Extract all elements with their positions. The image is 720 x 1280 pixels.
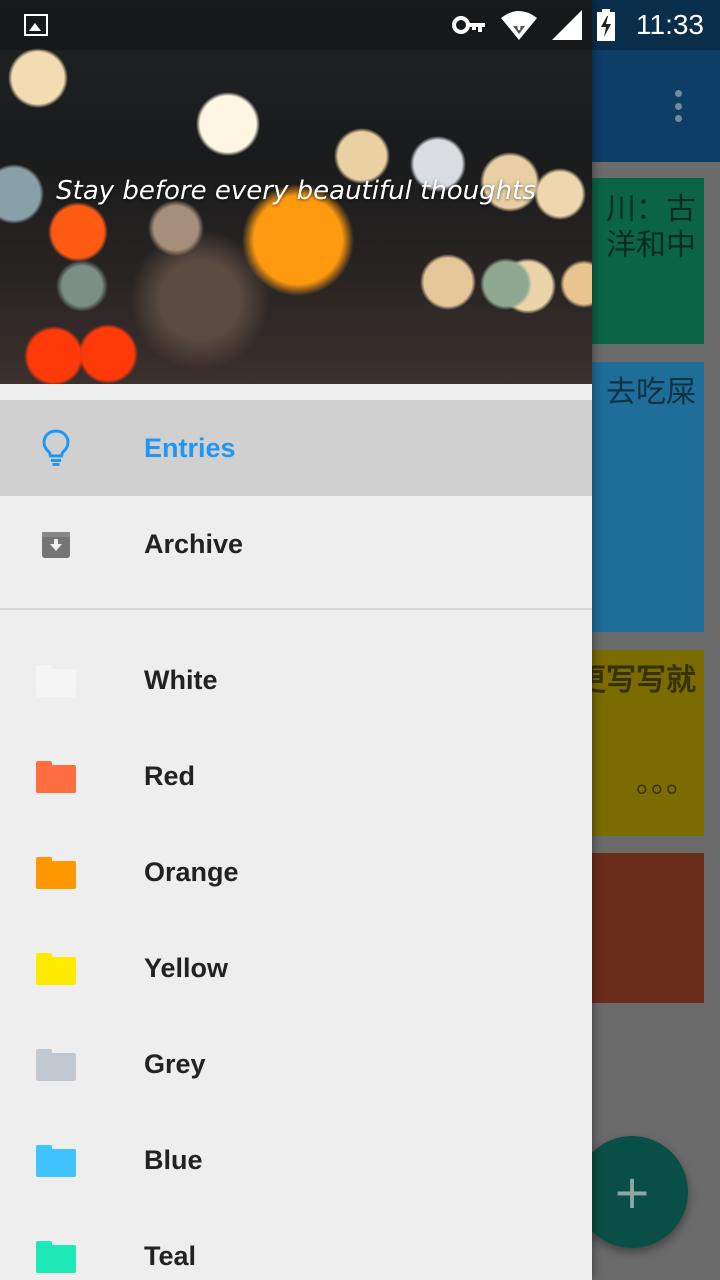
- folder-icon: [36, 852, 76, 892]
- folder-item-teal[interactable]: Teal: [0, 1208, 592, 1280]
- folder-icon: [36, 1236, 76, 1276]
- status-bar: 11:33: [0, 0, 720, 50]
- vpn-key-icon: [452, 16, 485, 34]
- note-text: 川：古 洋和中: [606, 192, 696, 263]
- drawer-header-image: Stay before every beautiful thoughts: [0, 0, 592, 384]
- folder-item-label: Orange: [144, 856, 239, 887]
- status-time: 11:33: [636, 9, 704, 40]
- folder-item-yellow[interactable]: Yellow: [0, 920, 592, 1016]
- folder-icon: [36, 756, 76, 796]
- drawer-divider: [0, 608, 592, 610]
- wifi-icon: [501, 11, 537, 40]
- navigation-drawer: Stay before every beautiful thoughts Ent…: [0, 0, 592, 1280]
- note-text: 更写写就: [576, 663, 696, 698]
- folder-icon: [36, 948, 76, 988]
- lightbulb-icon: [36, 428, 76, 468]
- overflow-menu-icon[interactable]: [674, 90, 682, 122]
- folder-item-label: White: [144, 664, 218, 695]
- folder-item-red[interactable]: Red: [0, 728, 592, 824]
- folder-item-label: Teal: [144, 1240, 197, 1271]
- folder-icon: [36, 1044, 76, 1084]
- drawer-item-label: Archive: [144, 528, 244, 559]
- note-text: 去吃屎: [606, 375, 696, 410]
- battery-charging-icon: [597, 9, 615, 41]
- drawer-item-label: Entries: [144, 432, 236, 463]
- image-icon: [24, 14, 48, 36]
- folder-icon: [36, 660, 76, 700]
- folder-item-label: Red: [144, 760, 196, 791]
- signal-icon: [552, 10, 582, 40]
- add-icon: +: [612, 1165, 652, 1219]
- note-text: 。。。: [636, 765, 696, 800]
- drawer-item-entries[interactable]: Entries: [0, 400, 592, 496]
- folder-item-white[interactable]: White: [0, 632, 592, 728]
- folder-item-grey[interactable]: Grey: [0, 1016, 592, 1112]
- folder-item-orange[interactable]: Orange: [0, 824, 592, 920]
- drawer-primary-list: Entries Archive: [0, 384, 592, 592]
- drawer-header-quote: Stay before every beautiful thoughts: [56, 176, 536, 206]
- drawer-item-archive[interactable]: Archive: [0, 496, 592, 592]
- folder-item-label: Yellow: [144, 952, 229, 983]
- archive-icon: [36, 524, 76, 564]
- add-note-button[interactable]: +: [576, 1136, 688, 1248]
- folder-item-blue[interactable]: Blue: [0, 1112, 592, 1208]
- folder-item-label: Blue: [144, 1144, 203, 1175]
- folder-item-label: Grey: [144, 1048, 206, 1079]
- drawer-folder-list: White Red Orange Yellow Grey Blue Teal: [0, 632, 592, 1280]
- folder-icon: [36, 1140, 76, 1180]
